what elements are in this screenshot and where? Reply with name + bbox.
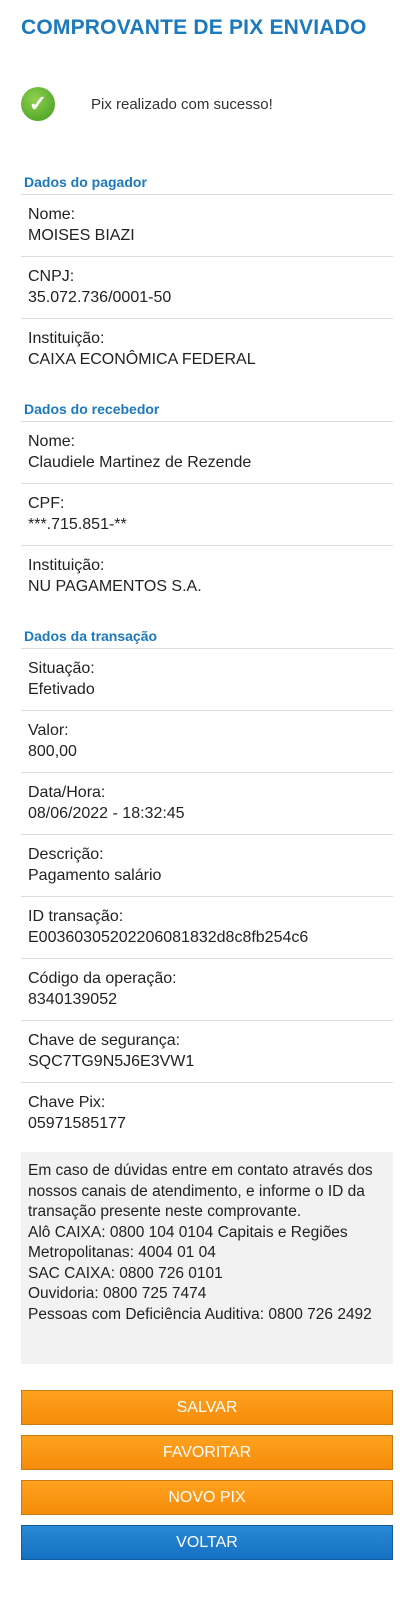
field-value: CAIXA ECONÔMICA FEDERAL (28, 351, 256, 368)
field-value: 800,00 (28, 743, 77, 760)
field-value: Efetivado (28, 681, 95, 698)
field-value: 35.072.736/0001-50 (28, 289, 172, 306)
field-value: Pagamento salário (28, 867, 162, 884)
section: Dados da transação Situação: Efetivado Valo… (21, 624, 393, 1145)
field-row: Nome: Claudiele Martinez de Rezende (21, 422, 393, 484)
back-button[interactable]: VOLTAR (21, 1525, 393, 1560)
favorite-button[interactable]: FAVORITAR (21, 1435, 393, 1470)
field-row: Chave de segurança: SQC7TG9N5J6E3VW1 (21, 1021, 393, 1083)
field-value: 8340139052 (28, 991, 117, 1008)
field-value: NU PAGAMENTOS S.A. (28, 578, 202, 595)
page-title: COMPROVANTE DE PIX ENVIADO (21, 16, 367, 39)
section: Dados do pagador Nome: MOISES BIAZI CNPJ: 35… (21, 170, 393, 381)
field-label: Instituição: (28, 557, 105, 574)
field-row: Código da operação: 8340139052 (21, 959, 393, 1021)
help-info: Em caso de dúvidas entre em contato atra… (21, 1152, 393, 1364)
section: Dados do recebedor Nome: Claudiele Martine… (21, 397, 393, 608)
field-value: SQC7TG9N5J6E3VW1 (28, 1053, 195, 1070)
field-value: 05971585177 (28, 1115, 126, 1132)
section-heading: Dados do pagador (21, 170, 393, 195)
save-button[interactable]: SALVAR (21, 1390, 393, 1425)
field-row: ID transação: E00360305202206081832d8c8fb… (21, 897, 393, 959)
field-label: Chave Pix: (28, 1094, 106, 1111)
success-message: ✓ Pix realizado com sucesso! (21, 86, 273, 122)
field-row: CPF: ***.715.851-** (21, 484, 393, 546)
info-text: Em caso de dúvidas entre em contato atra… (28, 1162, 373, 1220)
field-label: Valor: (28, 722, 69, 739)
field-label: Situação: (28, 660, 95, 677)
field-label: Descrição: (28, 846, 104, 863)
field-label: ID transação: (28, 908, 124, 925)
field-value: 08/06/2022 - 18:32:45 (28, 805, 185, 822)
section-heading: Dados da transação (21, 624, 393, 649)
success-text: Pix realizado com sucesso! (91, 95, 273, 113)
field-row: Valor: 800,00 (21, 711, 393, 773)
info-phone-sac: SAC CAIXA: 0800 726 0101 (28, 1264, 223, 1282)
field-label: Nome: (28, 206, 76, 223)
field-row: Descrição: Pagamento salário (21, 835, 393, 897)
field-label: Nome: (28, 433, 76, 450)
field-row: Chave Pix: 05971585177 (21, 1083, 393, 1145)
info-phone-alo-caixa: Alô CAIXA: 0800 104 0104 Capitais e Regi… (28, 1223, 348, 1262)
check-icon: ✓ (21, 87, 55, 121)
field-row: Instituição: CAIXA ECONÔMICA FEDERAL (21, 319, 393, 381)
field-label: CNPJ: (28, 268, 75, 285)
field-row: Situação: Efetivado (21, 649, 393, 711)
pix-receipt: COMPROVANTE DE PIX ENVIADO ✓ Pix realiza… (0, 0, 414, 1600)
field-label: Código da operação: (28, 970, 177, 987)
field-label: Chave de segurança: (28, 1032, 181, 1049)
field-value: MOISES BIAZI (28, 227, 135, 244)
field-label: Data/Hora: (28, 784, 106, 801)
field-label: Instituição: (28, 330, 105, 347)
field-row: CNPJ: 35.072.736/0001-50 (21, 257, 393, 319)
field-value: E00360305202206081832d8c8fb254c6 (28, 929, 309, 946)
field-row: Data/Hora: 08/06/2022 - 18:32:45 (21, 773, 393, 835)
info-phone-deficiencia: Pessoas com Deficiência Auditiva: 0800 7… (28, 1305, 372, 1323)
field-row: Nome: MOISES BIAZI (21, 195, 393, 257)
info-phone-ouvidoria: Ouvidoria: 0800 725 7474 (28, 1285, 207, 1302)
section-heading: Dados do recebedor (21, 397, 393, 422)
field-value: Claudiele Martinez de Rezende (28, 454, 252, 471)
new-pix-button[interactable]: NOVO PIX (21, 1480, 393, 1515)
field-row: Instituição: NU PAGAMENTOS S.A. (21, 546, 393, 608)
field-value: ***.715.851-** (28, 516, 127, 533)
field-label: CPF: (28, 495, 65, 512)
